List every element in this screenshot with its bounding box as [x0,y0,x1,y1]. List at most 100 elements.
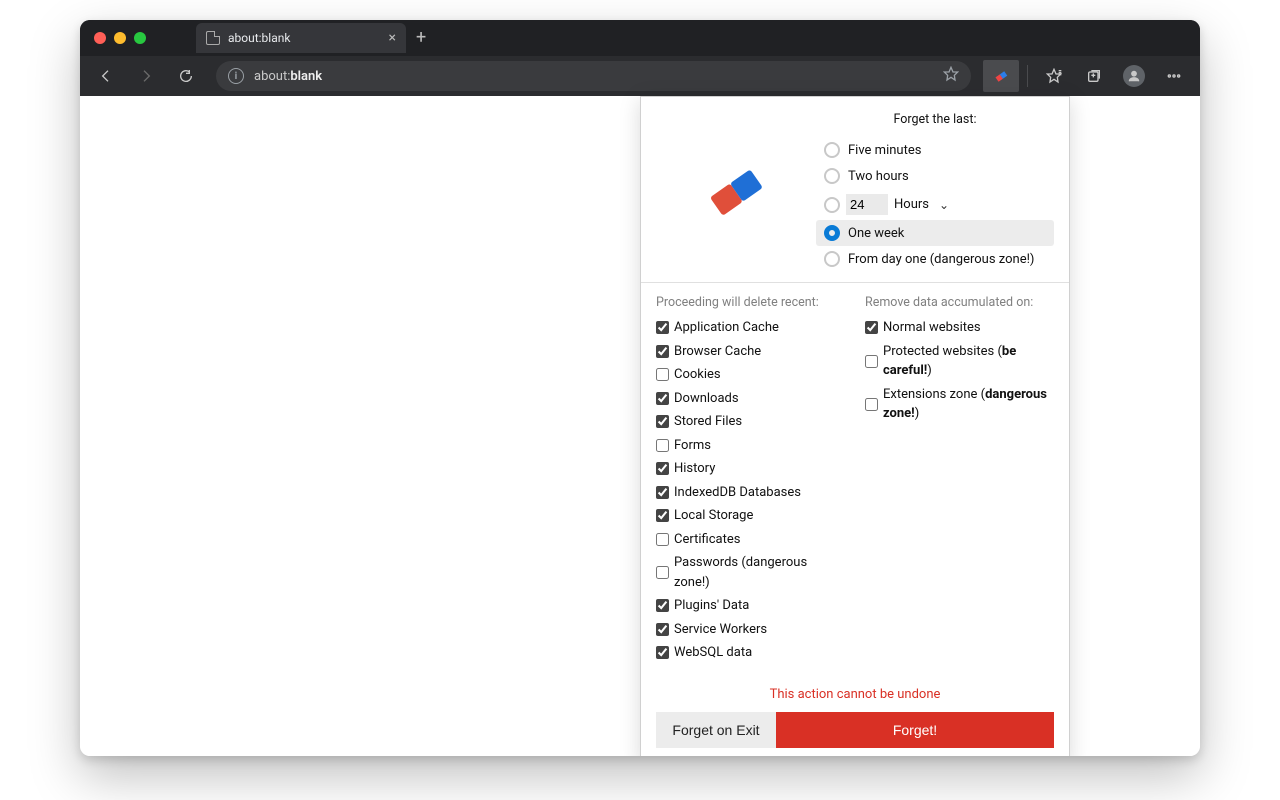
time-option-one-week[interactable]: One week [816,220,1054,246]
checkbox-item[interactable]: Stored Files [656,410,845,434]
radio-icon [824,251,840,267]
collections-button[interactable] [1076,60,1112,92]
delete-items-column: Proceeding will delete recent: Applicati… [656,295,845,665]
menu-button[interactable] [1156,60,1192,92]
checkbox-item[interactable]: Service Workers [656,618,845,642]
favorites-button[interactable] [1036,60,1072,92]
extension-popup: Forget the last: Five minutes Two hours … [640,96,1070,756]
checkbox-label: WebSQL data [674,643,752,663]
checkbox-label: Service Workers [674,620,767,640]
checkbox-label: Browser Cache [674,342,761,362]
tab-bar: about:blank × + [80,20,1200,56]
checkbox-item[interactable]: Application Cache [656,316,845,340]
tab-title: about:blank [228,31,290,45]
popup-actions: Forget on Exit Forget! [641,712,1069,757]
checkbox[interactable] [656,439,669,452]
time-option-two-hours[interactable]: Two hours [816,163,1054,189]
checkbox-label: Downloads [674,389,739,409]
chevron-down-icon[interactable]: ⌄ [939,198,949,212]
checkbox-label: Application Cache [674,318,779,338]
checkbox-label: Stored Files [674,412,742,432]
checkbox-label: Passwords (dangerous zone!) [674,553,845,592]
browser-chrome: about:blank × + i about:blank [80,20,1200,96]
browser-window: about:blank × + i about:blank [80,20,1200,756]
checkbox-item[interactable]: Protected websites (be careful!) [865,340,1054,383]
checkbox-item[interactable]: Local Storage [656,504,845,528]
remove-data-header: Remove data accumulated on: [865,295,1054,310]
toolbar: i about:blank [80,56,1200,96]
checkbox[interactable] [656,599,669,612]
radio-icon [824,168,840,184]
popup-header: Forget the last: Five minutes Two hours … [641,97,1069,282]
checkbox[interactable] [656,533,669,546]
checkbox-item[interactable]: Browser Cache [656,340,845,364]
checkbox[interactable] [865,355,878,368]
time-option-custom-hours[interactable]: Hours ⌄ [816,189,1054,220]
new-tab-button[interactable]: + [416,29,426,47]
checkbox[interactable] [865,398,878,411]
checkbox[interactable] [656,345,669,358]
checkbox-item[interactable]: Normal websites [865,316,1054,340]
checkbox-label: Cookies [674,365,721,385]
time-option-five-minutes[interactable]: Five minutes [816,137,1054,163]
favorite-button[interactable] [943,66,959,86]
checkbox-item[interactable]: IndexedDB Databases [656,481,845,505]
checkbox-item[interactable]: Downloads [656,387,845,411]
warning-text: This action cannot be undone [641,675,1069,712]
close-tab-button[interactable]: × [389,30,396,46]
window-controls [88,32,156,44]
forward-button[interactable] [128,60,164,92]
forget-on-exit-button[interactable]: Forget on Exit [656,712,776,748]
checkbox-label: Local Storage [674,506,753,526]
checkbox-item[interactable]: Forms [656,434,845,458]
time-range-selector: Forget the last: Five minutes Two hours … [816,112,1054,272]
checkbox-label: Extensions zone (dangerous zone!) [883,385,1054,424]
checkbox-item[interactable]: Plugins' Data [656,594,845,618]
browser-tab[interactable]: about:blank × [196,23,406,53]
eraser-icon [701,162,771,222]
checkbox[interactable] [656,566,669,579]
checkbox[interactable] [656,415,669,428]
eraser-extension-button[interactable] [983,60,1019,92]
radio-icon [824,197,840,213]
checkbox-item[interactable]: Certificates [656,528,845,552]
checkbox-label: IndexedDB Databases [674,483,801,503]
remove-data-column: Remove data accumulated on: Normal websi… [865,295,1054,665]
checkbox-label: Plugins' Data [674,596,749,616]
eraser-icon [993,68,1009,84]
checkbox[interactable] [656,623,669,636]
checkbox[interactable] [656,392,669,405]
checkbox-item[interactable]: Cookies [656,363,845,387]
hours-input[interactable] [846,194,888,215]
checkbox[interactable] [656,486,669,499]
maximize-window-button[interactable] [134,32,146,44]
page-content: Forget the last: Five minutes Two hours … [80,96,1200,756]
profile-button[interactable] [1116,60,1152,92]
delete-items-header: Proceeding will delete recent: [656,295,845,310]
address-bar[interactable]: i about:blank [216,61,971,91]
checkbox-item[interactable]: WebSQL data [656,641,845,665]
site-info-icon[interactable]: i [228,68,244,84]
checkbox[interactable] [656,646,669,659]
page-icon [206,31,220,45]
checkbox[interactable] [656,509,669,522]
toolbar-separator [1027,65,1028,87]
checkbox[interactable] [865,321,878,334]
checkbox-item[interactable]: Extensions zone (dangerous zone!) [865,383,1054,426]
checkbox-label: Certificates [674,530,740,550]
url-text: about:blank [254,69,322,84]
forget-button[interactable]: Forget! [776,712,1054,748]
checkbox-label: Normal websites [883,318,981,338]
checkbox[interactable] [656,321,669,334]
refresh-button[interactable] [168,60,204,92]
close-window-button[interactable] [94,32,106,44]
minimize-window-button[interactable] [114,32,126,44]
popup-logo [656,112,816,272]
checkbox[interactable] [656,368,669,381]
forget-label: Forget the last: [816,112,1054,127]
checkbox-item[interactable]: Passwords (dangerous zone!) [656,551,845,594]
checkbox-item[interactable]: History [656,457,845,481]
checkbox[interactable] [656,462,669,475]
back-button[interactable] [88,60,124,92]
time-option-day-one[interactable]: From day one (dangerous zone!) [816,246,1054,272]
